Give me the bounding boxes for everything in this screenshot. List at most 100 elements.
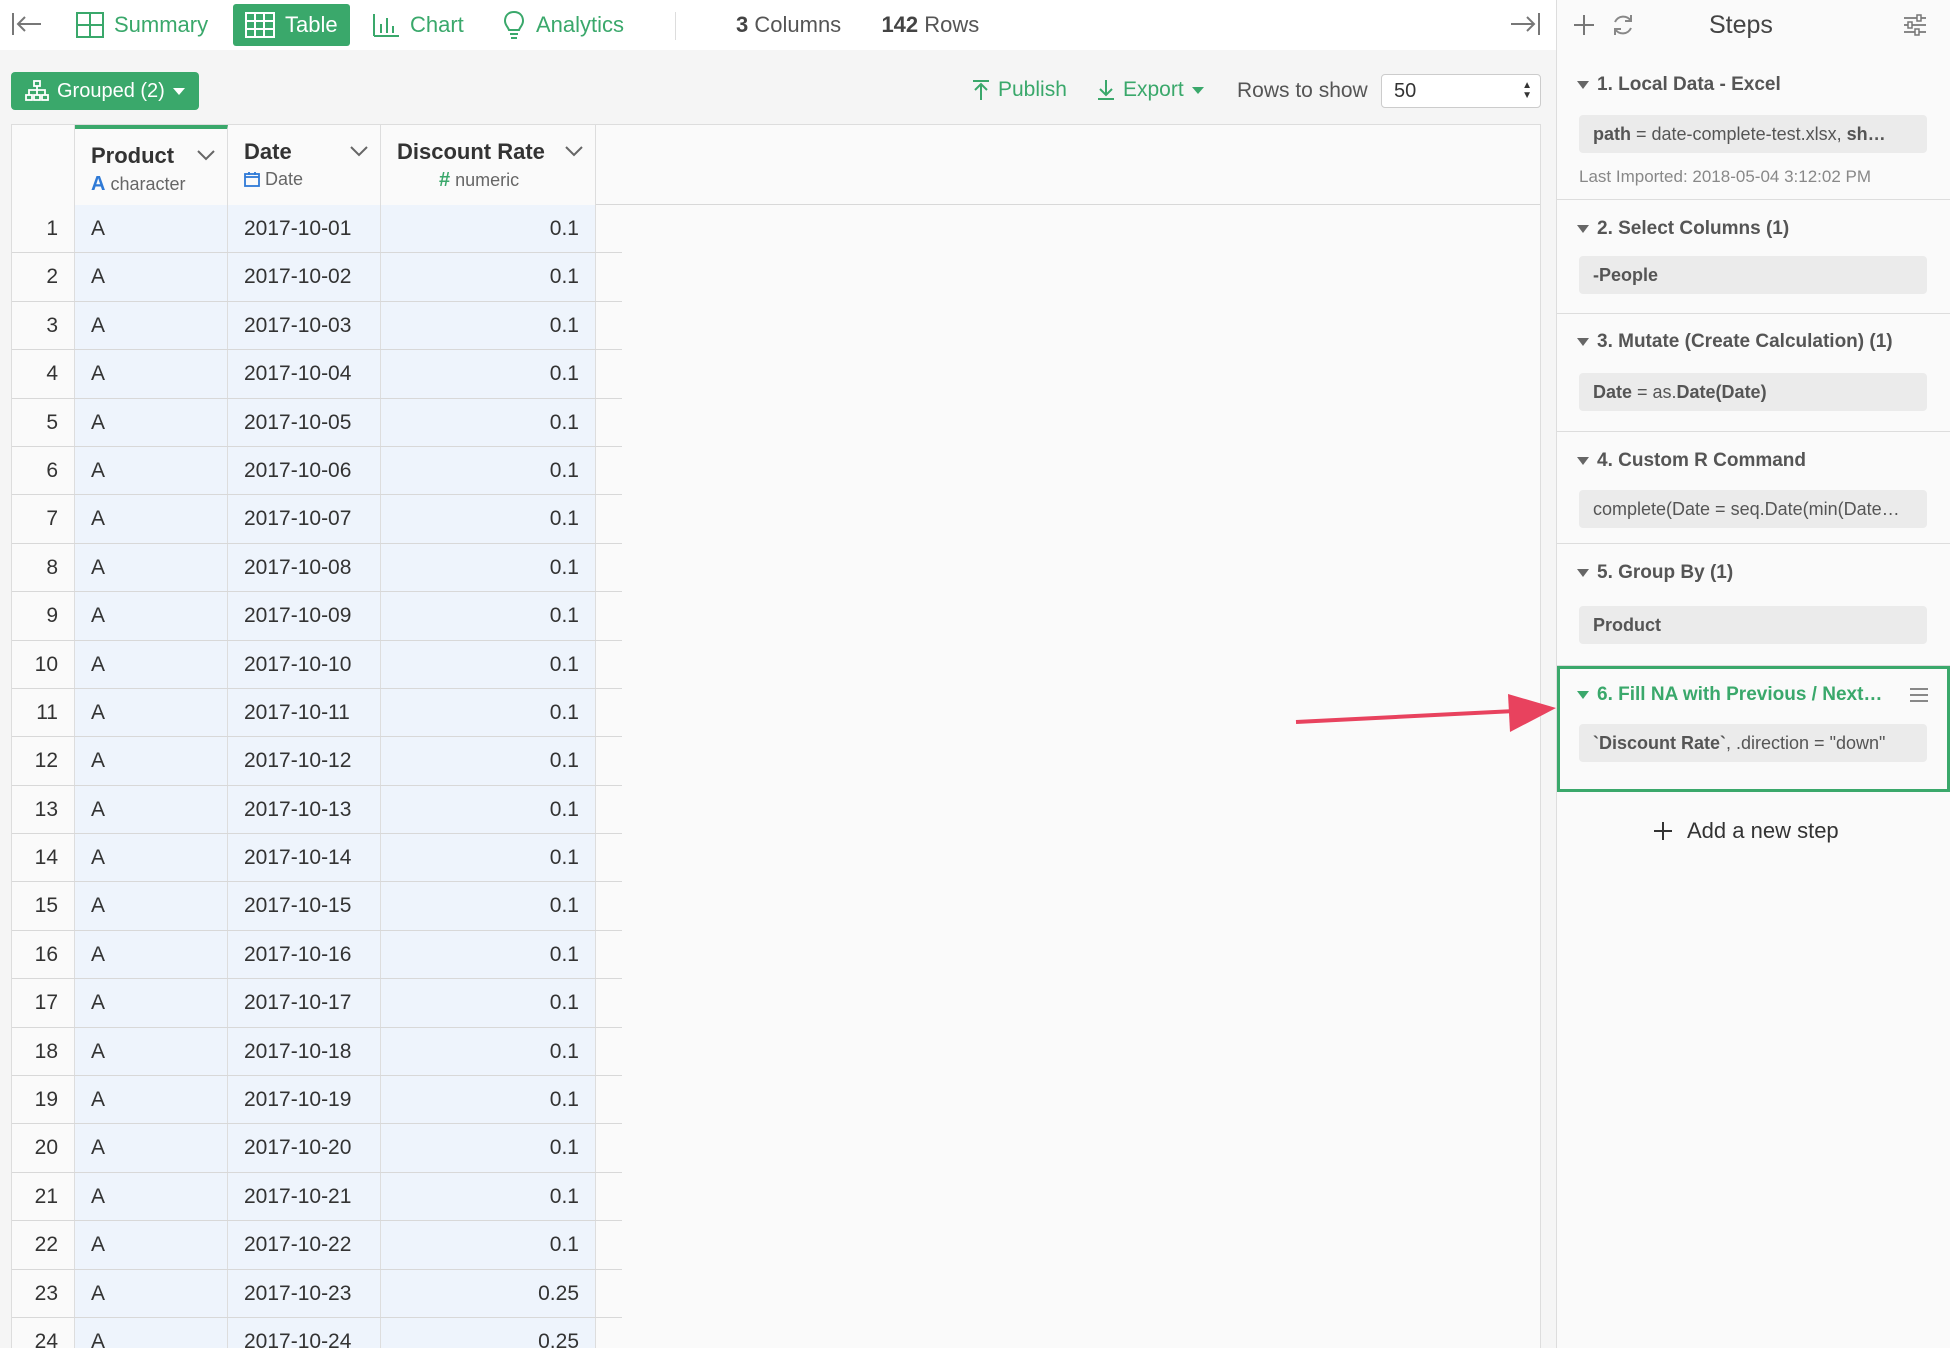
refresh-icon[interactable] (1611, 13, 1635, 37)
discount-rate-cell[interactable]: 0.1 (381, 205, 596, 253)
discount-rate-cell[interactable]: 0.1 (381, 398, 596, 446)
discount-rate-cell[interactable]: 0.1 (381, 543, 596, 592)
step-mutate[interactable]: 3. Mutate (Create Calculation) (1) Date … (1557, 314, 1950, 432)
discount-rate-cell[interactable]: 0.1 (381, 1027, 596, 1076)
product-cell[interactable]: A (75, 592, 228, 640)
plus-icon[interactable] (1573, 14, 1595, 36)
column-header-product[interactable]: Product A character (75, 125, 228, 205)
discount-rate-cell[interactable]: 0.1 (381, 495, 596, 543)
date-cell[interactable]: 2017-10-08 (228, 543, 381, 592)
date-cell[interactable]: 2017-10-07 (228, 495, 381, 543)
rows-to-show-select[interactable]: 50 ▲ ▼ (1381, 74, 1541, 108)
date-cell[interactable]: 2017-10-03 (228, 301, 381, 350)
grouped-button[interactable]: Grouped (2) (11, 72, 199, 110)
product-cell[interactable]: A (75, 398, 228, 446)
column-header-discount-rate[interactable]: Discount Rate # numeric (381, 125, 596, 205)
discount-rate-cell[interactable]: 0.1 (381, 301, 596, 350)
column-header-date[interactable]: Date Date (228, 125, 381, 205)
product-cell[interactable]: A (75, 979, 228, 1027)
date-cell[interactable]: 2017-10-18 (228, 1027, 381, 1076)
product-cell[interactable]: A (75, 446, 228, 495)
product-cell[interactable]: A (75, 688, 228, 737)
chevron-down-icon[interactable] (197, 149, 215, 161)
date-cell[interactable]: 2017-10-19 (228, 1076, 381, 1124)
discount-rate-cell[interactable]: 0.1 (381, 737, 596, 785)
tab-chart[interactable]: Chart (360, 4, 476, 46)
product-cell[interactable]: A (75, 1317, 228, 1348)
date-cell[interactable]: 2017-10-21 (228, 1172, 381, 1221)
publish-button[interactable]: Publish (972, 78, 1067, 102)
date-cell[interactable]: 2017-10-02 (228, 253, 381, 301)
step-local-data[interactable]: 1. Local Data - Excel path = date-comple… (1557, 58, 1950, 200)
date-cell[interactable]: 2017-10-14 (228, 834, 381, 882)
discount-rate-cell[interactable]: 0.1 (381, 834, 596, 882)
product-cell[interactable]: A (75, 205, 228, 253)
discount-rate-cell[interactable]: 0.1 (381, 882, 596, 930)
add-new-step-button[interactable]: Add a new step (1653, 818, 1839, 844)
product-cell[interactable]: A (75, 1221, 228, 1269)
step-command-text: = as. (1632, 382, 1677, 402)
discount-rate-cell[interactable]: 0.1 (381, 785, 596, 834)
product-cell[interactable]: A (75, 495, 228, 543)
step-select-columns[interactable]: 2. Select Columns (1) -People (1557, 200, 1950, 314)
collapse-right-icon[interactable] (1508, 10, 1542, 38)
discount-rate-cell[interactable]: 0.1 (381, 1076, 596, 1124)
menu-icon[interactable] (1909, 687, 1929, 703)
tab-summary[interactable]: Summary (64, 4, 220, 46)
date-cell[interactable]: 2017-10-15 (228, 882, 381, 930)
collapse-left-icon[interactable] (10, 10, 44, 38)
date-cell[interactable]: 2017-10-06 (228, 446, 381, 495)
product-cell[interactable]: A (75, 301, 228, 350)
product-cell[interactable]: A (75, 737, 228, 785)
date-cell[interactable]: 2017-10-04 (228, 350, 381, 398)
discount-rate-cell[interactable]: 0.1 (381, 979, 596, 1027)
date-cell[interactable]: 2017-10-05 (228, 398, 381, 446)
date-cell[interactable]: 2017-10-16 (228, 930, 381, 979)
discount-rate-cell[interactable]: 0.1 (381, 1221, 596, 1269)
product-cell[interactable]: A (75, 1269, 228, 1317)
discount-rate-cell[interactable]: 0.25 (381, 1317, 596, 1348)
discount-rate-cell[interactable]: 0.1 (381, 930, 596, 979)
date-cell[interactable]: 2017-10-24 (228, 1317, 381, 1348)
chevron-down-icon[interactable] (565, 145, 583, 157)
discount-rate-cell[interactable]: 0.1 (381, 253, 596, 301)
chevron-down-icon[interactable] (350, 145, 368, 157)
product-cell[interactable]: A (75, 785, 228, 834)
product-cell[interactable]: A (75, 350, 228, 398)
date-cell[interactable]: 2017-10-12 (228, 737, 381, 785)
step-group-by[interactable]: 5. Group By (1) Product (1557, 544, 1950, 666)
product-cell[interactable]: A (75, 1124, 228, 1172)
date-cell[interactable]: 2017-10-20 (228, 1124, 381, 1172)
discount-rate-cell[interactable]: 0.1 (381, 592, 596, 640)
date-cell[interactable]: 2017-10-11 (228, 688, 381, 737)
step-custom-r[interactable]: 4. Custom R Command complete(Date = seq.… (1557, 432, 1950, 544)
product-cell[interactable]: A (75, 1172, 228, 1221)
product-cell[interactable]: A (75, 882, 228, 930)
tab-analytics[interactable]: Analytics (490, 4, 636, 46)
tab-table[interactable]: Table (233, 4, 350, 46)
product-cell[interactable]: A (75, 1027, 228, 1076)
date-cell[interactable]: 2017-10-22 (228, 1221, 381, 1269)
discount-rate-cell[interactable]: 0.1 (381, 688, 596, 737)
product-cell[interactable]: A (75, 930, 228, 979)
date-cell[interactable]: 2017-10-23 (228, 1269, 381, 1317)
discount-rate-cell[interactable]: 0.1 (381, 1124, 596, 1172)
discount-rate-cell[interactable]: 0.1 (381, 350, 596, 398)
settings-sliders-icon[interactable] (1903, 14, 1927, 36)
product-cell[interactable]: A (75, 640, 228, 688)
date-cell[interactable]: 2017-10-13 (228, 785, 381, 834)
date-cell[interactable]: 2017-10-10 (228, 640, 381, 688)
step-fill-na[interactable]: 6. Fill NA with Previous / Next… `Discou… (1557, 666, 1950, 792)
discount-rate-cell[interactable]: 0.25 (381, 1269, 596, 1317)
date-cell[interactable]: 2017-10-09 (228, 592, 381, 640)
discount-rate-cell[interactable]: 0.1 (381, 640, 596, 688)
product-cell[interactable]: A (75, 834, 228, 882)
product-cell[interactable]: A (75, 1076, 228, 1124)
date-cell[interactable]: 2017-10-01 (228, 205, 381, 253)
date-cell[interactable]: 2017-10-17 (228, 979, 381, 1027)
discount-rate-cell[interactable]: 0.1 (381, 1172, 596, 1221)
product-cell[interactable]: A (75, 253, 228, 301)
product-cell[interactable]: A (75, 543, 228, 592)
export-button[interactable]: Export (1097, 78, 1204, 102)
discount-rate-cell[interactable]: 0.1 (381, 446, 596, 495)
